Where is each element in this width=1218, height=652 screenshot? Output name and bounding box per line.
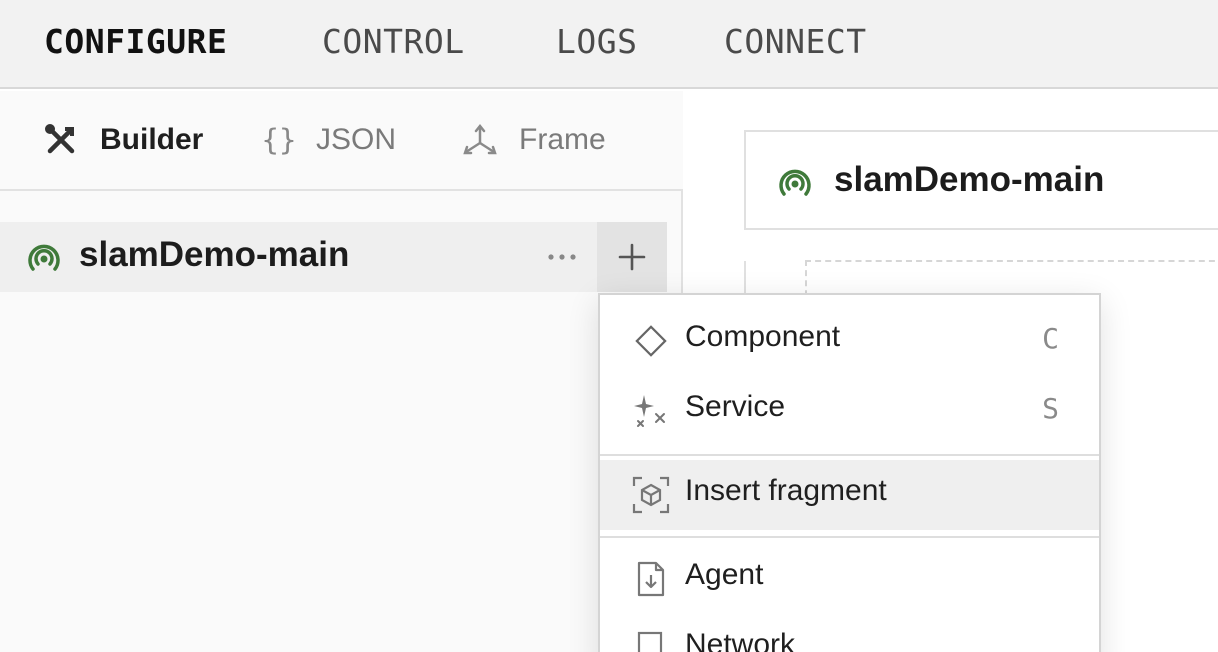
menu-item-label: Service [685,390,786,423]
more-options-icon[interactable] [542,239,582,275]
menu-item-insert-fragment[interactable]: Insert fragment [600,460,1099,530]
tools-icon [42,121,80,159]
robot-online-icon [776,164,814,202]
mode-builder[interactable]: Builder [42,119,203,161]
diamond-icon [632,322,670,360]
frame-axes-icon [461,121,499,159]
menu-item-label: Agent [685,558,764,591]
tab-configure[interactable]: CONFIGURE [44,22,227,62]
top-nav: CONFIGURE CONTROL LOGS CONNECT [0,0,1218,89]
mode-frame[interactable]: Frame [461,119,606,161]
sparkle-icon [632,392,670,430]
fragment-icon [632,476,670,514]
mode-frame-label: Frame [519,123,606,156]
file-download-icon [632,560,670,598]
network-icon [632,630,670,652]
add-resource-button[interactable] [597,222,667,292]
menu-divider [600,536,1099,538]
braces-icon: {} [261,123,297,157]
robot-card-header: slamDemo-main [744,130,1218,230]
robot-online-icon [25,239,63,277]
tab-control[interactable]: CONTROL [322,22,465,62]
menu-item-component[interactable]: Component C [600,306,1099,376]
menu-divider [600,454,1099,456]
add-resource-menu: Component C Service S Insert fragment Ag… [598,293,1101,652]
mode-switcher: Builder {} JSON Frame [0,91,683,191]
mode-builder-label: Builder [100,123,204,156]
menu-item-service[interactable]: Service S [600,376,1099,446]
config-sidebar: Builder {} JSON Frame slamDemo-main [0,91,683,652]
plus-icon [618,243,646,271]
tree-item-robot[interactable]: slamDemo-main [0,222,667,292]
tab-connect[interactable]: CONNECT [724,22,867,62]
tree-robot-name: slamDemo-main [79,235,350,274]
tab-logs[interactable]: LOGS [556,22,637,62]
menu-item-label: Network [685,628,796,652]
mode-json[interactable]: {} JSON [262,119,396,161]
card-robot-name: slamDemo-main [834,160,1105,199]
menu-item-label: Insert fragment [685,474,887,507]
menu-item-network[interactable]: Network [600,614,1099,652]
menu-item-shortcut: S [1042,392,1059,425]
menu-item-label: Component [685,320,841,353]
mode-json-label: JSON [316,123,397,156]
menu-item-agent[interactable]: Agent [600,544,1099,614]
menu-item-shortcut: C [1042,322,1059,355]
